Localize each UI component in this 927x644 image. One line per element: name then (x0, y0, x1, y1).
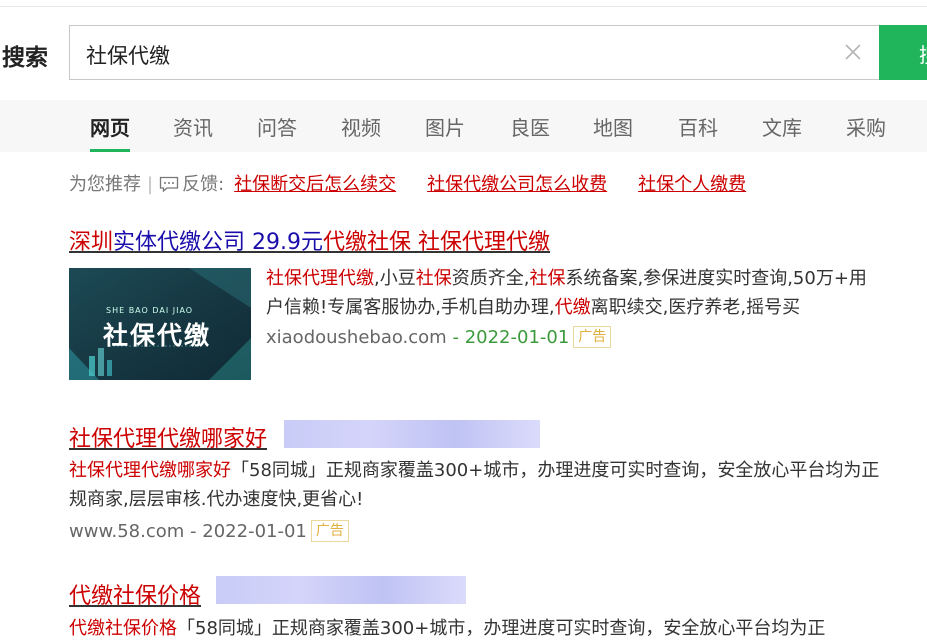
result-date: 2022-01-01 (464, 327, 570, 348)
ad-badge: 广告 (573, 326, 612, 348)
result-date: 2022-01-01 (202, 521, 307, 542)
search-query-text[interactable]: 社保代缴 (86, 40, 170, 70)
tab-encyclopedia[interactable]: 百科 (678, 112, 718, 152)
feedback-icon[interactable] (159, 176, 179, 192)
redacted-area (216, 576, 466, 604)
tab-doctor[interactable]: 良医 (510, 112, 550, 152)
title-segment: 社保代理代缴哪家好 (69, 427, 268, 452)
thumbnail-subtitle: SHE BAO DAI JIAO (106, 306, 194, 315)
result-description: 代缴社保价格「58同城」正规商家覆盖300+城市，办理进度可实时查询，安全放心平… (69, 614, 909, 643)
search-label: 搜索 (2, 45, 48, 71)
result-description: 社保代理代缴哪家好「58同城」正规商家覆盖300+城市，办理进度可实时查询，安全… (69, 456, 881, 514)
title-segment: 实体代缴公司 29.9元 (113, 230, 323, 255)
search-button-label: 搜 (919, 39, 927, 68)
desc-segment: 代缴社保价格 (69, 618, 177, 639)
result-thumbnail[interactable]: SHE BAO DAI JIAO 社保代缴 (69, 268, 251, 380)
desc-segment: 「58同城」正规商家覆盖300+城市，办理进度可实时查询，安全放心平台均为正 (177, 618, 826, 639)
search-input[interactable]: 社保代缴 (69, 25, 879, 80)
result-domain[interactable]: www.58.com (69, 521, 184, 542)
desc-segment: 社保 (529, 268, 566, 289)
ad-badge: 广告 (310, 520, 349, 542)
desc-segment: 社保 (415, 268, 452, 289)
tab-map[interactable]: 地图 (593, 112, 633, 152)
result-meta: xiaodoushebao.com - 2022-01-01 广告 (266, 326, 612, 348)
feedback-link[interactable]: 反馈: (182, 174, 224, 195)
tab-video[interactable]: 视频 (341, 112, 381, 152)
recommend-label: 为您推荐 (69, 174, 141, 195)
result-title-link[interactable]: 社保代理代缴哪家好 (69, 421, 267, 453)
tab-images[interactable]: 图片 (425, 112, 465, 152)
tab-purchase[interactable]: 采购 (846, 112, 886, 152)
thumbnail-title: 社保代缴 (103, 321, 212, 350)
search-button[interactable]: 搜 (879, 25, 927, 80)
desc-segment: 资质齐全, (451, 268, 530, 289)
result-domain[interactable]: xiaodoushebao.com (266, 327, 447, 348)
title-segment: 代缴社保价格 (69, 584, 202, 609)
recommend-row: 为您推荐 | 反馈: 社保断交后怎么续交 社保代缴公司怎么收费 社保个人缴费 (69, 170, 746, 196)
tab-qa[interactable]: 问答 (257, 112, 297, 152)
title-segment: 深圳 (69, 230, 114, 255)
recommend-link[interactable]: 社保代缴公司怎么收费 (427, 174, 607, 195)
tab-library[interactable]: 文库 (762, 112, 802, 152)
desc-segment: 社保代理代缴 (266, 268, 374, 289)
desc-segment: 代缴 (554, 297, 591, 318)
result-title-link[interactable]: 代缴社保价格 (69, 578, 201, 610)
desc-segment: 社保代理代缴哪家好 (69, 460, 231, 481)
recommend-link[interactable]: 社保个人缴费 (638, 174, 746, 195)
recommend-link[interactable]: 社保断交后怎么续交 (234, 174, 396, 195)
desc-segment: 离职续交,医疗养老,摇号买 (590, 297, 801, 318)
tab-webpage[interactable]: 网页 (90, 112, 130, 152)
divider: | (147, 174, 154, 195)
desc-segment: ,小豆 (374, 268, 416, 289)
clear-icon[interactable] (841, 40, 865, 64)
redacted-area (284, 420, 540, 448)
result-description: 社保代理代缴,小豆社保资质齐全,社保系统备案,参保进度实时查询,50万+用户信赖… (266, 264, 878, 322)
result-title-link[interactable]: 深圳实体代缴公司 29.9元代缴社保 社保代理代缴 (69, 224, 550, 256)
result-meta: www.58.com - 2022-01-01 广告 (69, 520, 349, 542)
title-segment: 代缴社保 社保代理代缴 (323, 230, 550, 255)
tab-bar: 网页 资讯 问答 视频 图片 良医 地图 百科 文库 采购 (0, 100, 927, 152)
top-divider (0, 6, 927, 7)
tab-news[interactable]: 资讯 (173, 112, 213, 152)
